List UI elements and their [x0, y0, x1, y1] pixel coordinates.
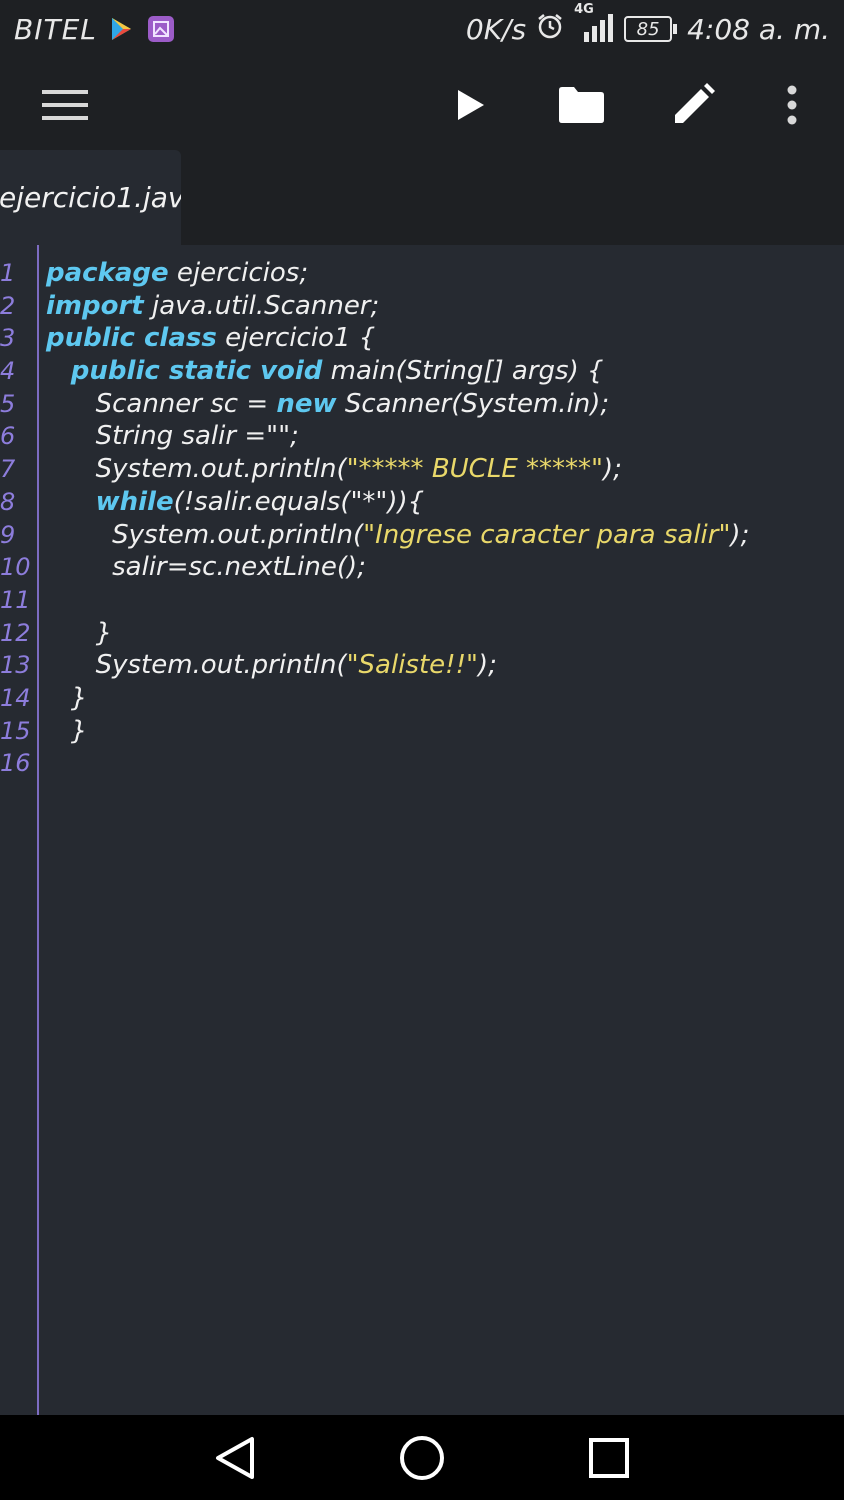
- code-keyword: package: [46, 258, 169, 288]
- status-right: 0K/s 4G 85 4:08 a. m.: [465, 2, 830, 47]
- code-line[interactable]: public class ejercicio1 {: [46, 322, 844, 355]
- code-line[interactable]: while(!salir.equals("*")){: [46, 486, 844, 519]
- line-number: 6: [0, 422, 16, 451]
- line-number: 7: [0, 455, 16, 484]
- navigation-bar: [0, 1415, 844, 1500]
- code-keyword: while: [95, 486, 174, 517]
- back-icon[interactable]: [210, 1433, 260, 1483]
- code-line[interactable]: System.out.println("Saliste!!");: [46, 649, 844, 682]
- tab-label: ejercicio1.java: [0, 181, 181, 214]
- line-number: 16: [0, 749, 31, 778]
- code-text: System.out.println(: [46, 454, 347, 485]
- code-keyword: public class: [46, 323, 217, 354]
- code-keyword: new: [276, 388, 337, 419]
- code-text: System.out.println(: [46, 650, 347, 681]
- line-number: 3: [0, 324, 16, 353]
- home-icon[interactable]: [397, 1433, 447, 1483]
- edit-icon[interactable]: [668, 80, 718, 130]
- code-text: }: [46, 682, 88, 713]
- line-number: 11: [0, 585, 31, 614]
- app-toolbar: [0, 58, 844, 150]
- network-type: 4G: [574, 2, 594, 17]
- code-text: );: [477, 650, 497, 681]
- tab-ejercicio1[interactable]: ejercicio1.java: [0, 150, 181, 245]
- code-string: "Ingrese caracter para salir": [363, 519, 731, 550]
- recents-icon[interactable]: [584, 1433, 634, 1483]
- code-keyword: public static void: [70, 356, 323, 387]
- code-line[interactable]: }: [46, 617, 844, 650]
- code-text: }: [46, 715, 88, 746]
- tab-strip: ejercicio1.java: [0, 150, 844, 245]
- code-line[interactable]: }: [46, 715, 844, 748]
- more-options-icon[interactable]: [767, 80, 817, 130]
- line-number: 12: [0, 618, 31, 647]
- line-number: 5: [0, 389, 16, 418]
- line-number: 8: [0, 487, 16, 516]
- code-text: ejercicios;: [168, 258, 309, 288]
- code-line[interactable]: salir=sc.nextLine();: [46, 551, 844, 584]
- code-line[interactable]: System.out.println("***** BUCLE *****");: [46, 453, 844, 486]
- clock: 4:08 a. m.: [687, 12, 830, 46]
- line-number: 15: [0, 716, 31, 745]
- code-line[interactable]: import java.util.Scanner;: [46, 290, 844, 323]
- battery-icon: 85: [624, 16, 678, 42]
- code-text: salir=sc.nextLine();: [46, 552, 366, 583]
- code-text: );: [730, 519, 750, 550]
- code-line[interactable]: String salir ="";: [46, 420, 844, 453]
- code-line[interactable]: package ejercicios;: [46, 257, 844, 290]
- menu-icon[interactable]: [40, 80, 90, 130]
- code-string: "***** BUCLE *****": [346, 454, 603, 485]
- code-area[interactable]: package ejercicios; import java.util.Scan…: [46, 257, 844, 780]
- code-text: main(String[] args) {: [322, 356, 604, 387]
- code-text: Scanner sc =: [46, 388, 277, 419]
- play-store-icon: [109, 16, 135, 42]
- code-line[interactable]: }: [46, 682, 844, 715]
- screen: BITEL 0K/s 4G 85 4:08 a. m. ejercicio1.j…: [0, 0, 844, 1500]
- gutter-divider: [37, 245, 39, 1415]
- code-string: "Saliste!!": [346, 650, 478, 681]
- code-keyword: import: [46, 290, 144, 321]
- code-line[interactable]: Scanner sc = new Scanner(System.in);: [46, 388, 844, 421]
- line-number: 14: [0, 683, 31, 712]
- code-line[interactable]: System.out.println("Ingrese caracter par…: [46, 519, 844, 552]
- code-text: Scanner(System.in);: [336, 388, 610, 419]
- folder-icon[interactable]: [556, 80, 606, 130]
- code-text: String salir ="";: [46, 421, 299, 452]
- line-number: 1: [0, 259, 16, 287]
- signal-icon: 4G: [574, 2, 614, 44]
- carrier-name: BITEL: [14, 12, 97, 46]
- code-text: ejercicio1 {: [216, 323, 376, 354]
- code-text: );: [602, 454, 622, 485]
- alarm-icon: [536, 12, 564, 47]
- code-text: System.out.println(: [46, 519, 364, 550]
- battery-level: 85: [624, 16, 673, 42]
- code-text: (!salir.equals("*")){: [173, 486, 425, 517]
- net-speed: 0K/s: [465, 12, 527, 46]
- status-bar: BITEL 0K/s 4G 85 4:08 a. m.: [0, 0, 844, 58]
- line-number: 2: [0, 291, 16, 320]
- code-text: java.util.Scanner;: [143, 290, 380, 321]
- code-editor[interactable]: 1 2 3 4 5 6 7 8 9 10 11 12 13 14 15 16 package ejercici…: [0, 245, 844, 1415]
- line-number: 13: [0, 651, 31, 680]
- code-line[interactable]: [46, 584, 844, 617]
- line-number: 9: [0, 520, 16, 549]
- line-number: 10: [0, 553, 31, 582]
- code-line[interactable]: public static void main(String[] args) {: [46, 355, 844, 388]
- code-line[interactable]: [46, 747, 844, 780]
- gallery-icon: [147, 15, 175, 43]
- run-icon[interactable]: [446, 80, 496, 130]
- code-text: }: [46, 617, 113, 648]
- line-number: 4: [0, 357, 16, 386]
- line-number-gutter: 1 2 3 4 5 6 7 8 9 10 11 12 13 14 15 16: [0, 257, 36, 780]
